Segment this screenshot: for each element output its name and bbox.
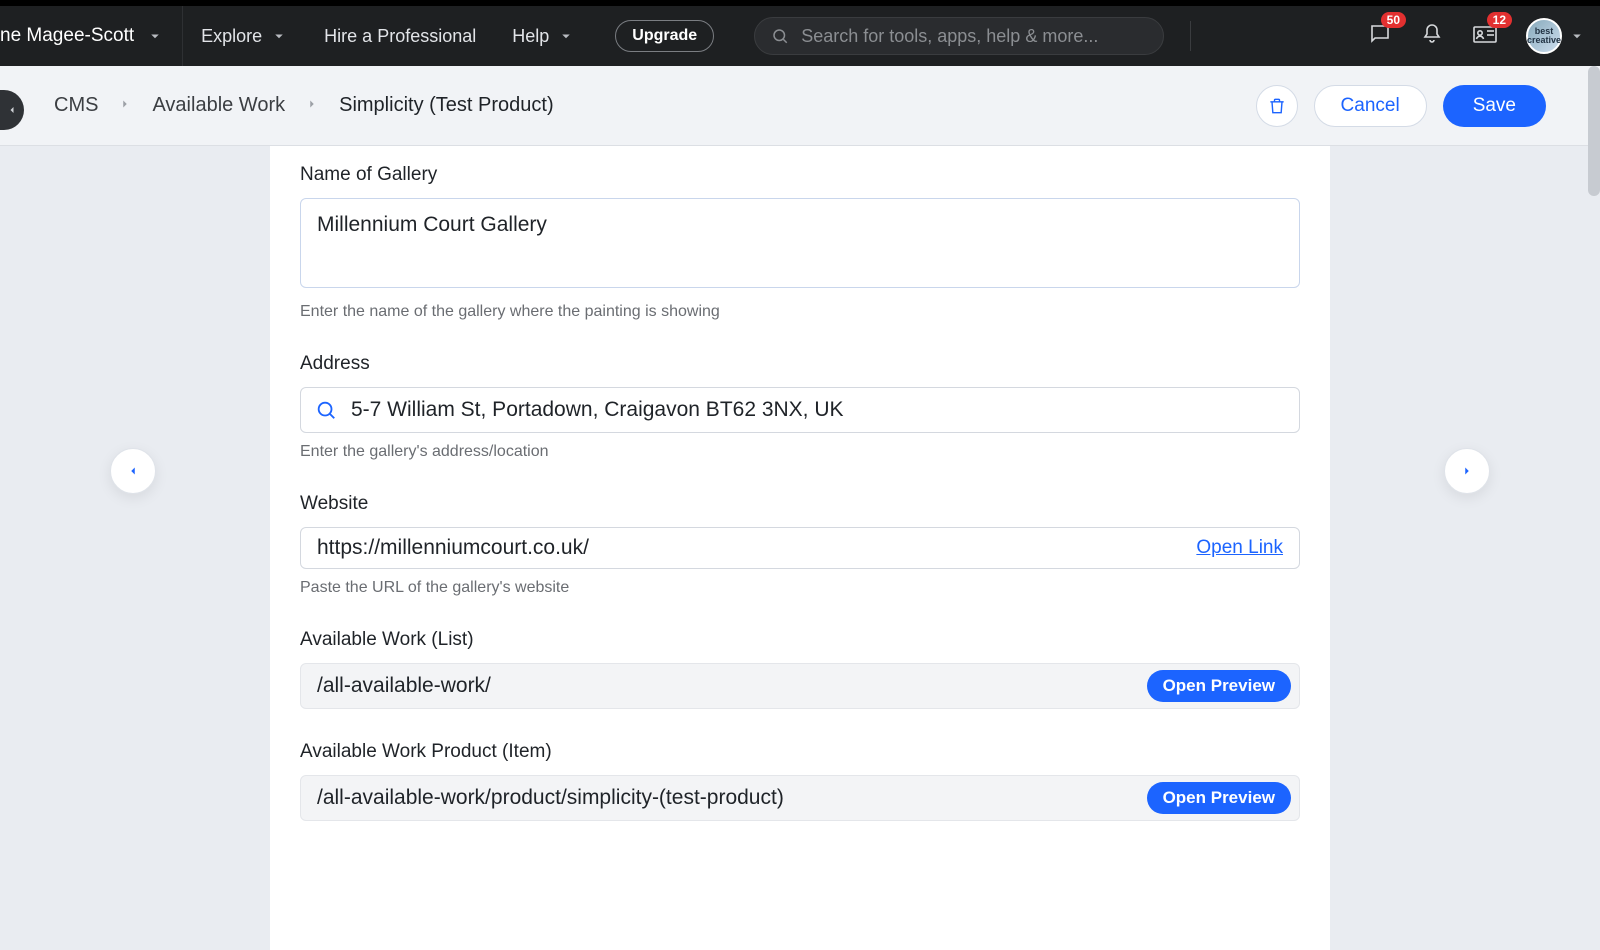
list-page-value: /all-available-work/ [317, 674, 1131, 698]
upgrade-button[interactable]: Upgrade [615, 20, 714, 52]
page-header: CMS Available Work Simplicity (Test Prod… [0, 66, 1600, 146]
nav-explore[interactable]: Explore [183, 26, 306, 47]
notifications-button[interactable] [1420, 22, 1444, 51]
site-switcher[interactable]: ne Magee-Scott [0, 6, 183, 66]
chevron-left-icon [6, 103, 18, 117]
trash-icon [1267, 96, 1287, 116]
nav-hire-label: Hire a Professional [324, 26, 476, 47]
website-label: Website [300, 493, 1300, 515]
chevron-down-icon [270, 27, 288, 45]
avatar: best creative [1526, 18, 1562, 54]
id-card-button[interactable]: 12 [1472, 22, 1498, 51]
list-page-label: Available Work (List) [300, 629, 1300, 651]
breadcrumb: CMS Available Work Simplicity (Test Prod… [54, 94, 554, 117]
chevron-right-icon [118, 94, 132, 117]
scrollbar-thumb[interactable] [1588, 66, 1600, 196]
nav-help-label: Help [512, 26, 549, 47]
item-page-value: /all-available-work/product/simplicity-(… [317, 786, 1131, 810]
account-menu[interactable]: best creative [1526, 18, 1592, 54]
address-input[interactable] [351, 398, 1285, 422]
item-page-label: Available Work Product (Item) [300, 741, 1300, 763]
nav-hire-professional[interactable]: Hire a Professional [306, 26, 494, 47]
breadcrumb-collection[interactable]: Available Work [152, 94, 285, 117]
gallery-name-help: Enter the name of the gallery where the … [300, 303, 1300, 321]
back-button[interactable] [0, 90, 24, 130]
field-website: Website Open Link Paste the URL of the g… [300, 493, 1300, 597]
form-panel: Name of Gallery Enter the name of the ga… [270, 146, 1330, 950]
messages-button[interactable]: 50 [1368, 22, 1392, 51]
divider [1190, 21, 1191, 51]
chevron-left-icon [126, 464, 140, 478]
field-item-page: Available Work Product (Item) /all-avail… [300, 741, 1300, 821]
gallery-name-input[interactable] [300, 198, 1300, 288]
address-label: Address [300, 353, 1300, 375]
chevron-down-icon [146, 27, 164, 45]
bell-icon [1420, 22, 1444, 46]
top-nav: ne Magee-Scott Explore Hire a Profession… [0, 6, 1600, 66]
next-item-button[interactable] [1444, 448, 1490, 494]
global-search-input[interactable] [801, 26, 1147, 47]
cancel-button[interactable]: Cancel [1314, 85, 1427, 127]
messages-badge: 50 [1381, 12, 1406, 28]
delete-button[interactable] [1256, 85, 1298, 127]
open-link[interactable]: Open Link [1196, 537, 1283, 559]
save-button[interactable]: Save [1443, 85, 1546, 127]
field-gallery-name: Name of Gallery Enter the name of the ga… [300, 164, 1300, 321]
prev-item-button[interactable] [110, 448, 156, 494]
chevron-down-icon [557, 27, 575, 45]
breadcrumb-root[interactable]: CMS [54, 94, 98, 117]
website-input[interactable] [317, 536, 1180, 560]
field-address: Address Enter the gallery's address/loca… [300, 353, 1300, 461]
chevron-down-icon [1568, 27, 1586, 45]
chevron-right-icon [1460, 464, 1474, 478]
field-list-page: Available Work (List) /all-available-wor… [300, 629, 1300, 709]
website-help: Paste the URL of the gallery's website [300, 579, 1300, 597]
search-icon [771, 27, 789, 45]
gallery-name-label: Name of Gallery [300, 164, 1300, 186]
address-help: Enter the gallery's address/location [300, 443, 1300, 461]
id-badge: 12 [1487, 12, 1512, 28]
nav-help[interactable]: Help [494, 26, 593, 47]
item-page-row: /all-available-work/product/simplicity-(… [300, 775, 1300, 821]
breadcrumb-current: Simplicity (Test Product) [339, 94, 554, 117]
chevron-right-icon [305, 94, 319, 117]
site-name: ne Magee-Scott [0, 25, 134, 47]
address-input-wrap[interactable] [300, 387, 1300, 433]
open-preview-item[interactable]: Open Preview [1147, 782, 1291, 814]
search-icon [315, 399, 337, 421]
list-page-row: /all-available-work/ Open Preview [300, 663, 1300, 709]
nav-explore-label: Explore [201, 26, 262, 47]
open-preview-list[interactable]: Open Preview [1147, 670, 1291, 702]
website-row: Open Link [300, 527, 1300, 569]
global-search[interactable] [754, 17, 1164, 55]
